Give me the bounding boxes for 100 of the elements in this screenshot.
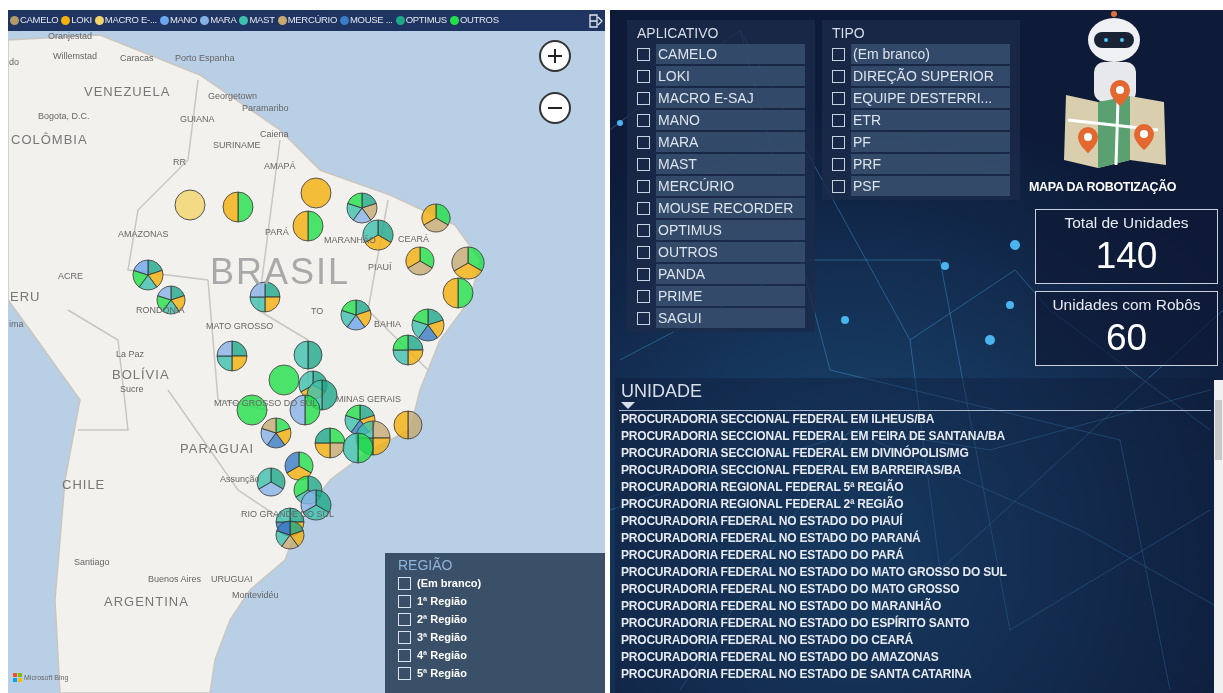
slicer-item[interactable]: 1ª Região [417, 593, 467, 609]
table-cell[interactable]: PROCURADORIA SECCIONAL FEDERAL EM DIVINÓPOLIS/MG [621, 445, 1209, 462]
map-label: RR [173, 158, 186, 167]
checkbox[interactable] [832, 91, 845, 105]
checkbox[interactable] [637, 113, 650, 127]
legend-label[interactable]: MACRO E-... [104, 13, 157, 28]
slicer-item[interactable]: MANO [656, 110, 805, 130]
checkbox[interactable] [832, 179, 845, 193]
table-cell[interactable]: PROCURADORIA FEDERAL NO ESTADO DE SANTA CATARINA [621, 666, 1209, 683]
slicer-item[interactable]: SAGUI [656, 308, 805, 328]
slicer-item[interactable]: 2ª Região [417, 611, 467, 627]
legend-label[interactable]: MARA [210, 13, 237, 28]
checkbox[interactable] [637, 69, 650, 83]
slicer-item[interactable]: CAMELO [656, 44, 805, 64]
table-cell[interactable]: PROCURADORIA FEDERAL NO ESTADO DO MATO GROSSO [621, 581, 1209, 598]
checkbox[interactable] [398, 630, 411, 644]
checkbox[interactable] [637, 91, 650, 105]
slicer-item[interactable]: (Em branco) [417, 575, 482, 591]
checkbox[interactable] [637, 245, 650, 259]
checkbox[interactable] [637, 135, 650, 149]
kpi-value: 60 [1105, 316, 1148, 360]
slicer-item[interactable]: MERCÚRIO [656, 176, 805, 196]
map-label: COLÔMBIA [11, 133, 88, 146]
slicer-item[interactable]: ETR [851, 110, 1010, 130]
slicer-item[interactable]: MOUSE RECORDER [656, 198, 805, 218]
table-header: UNIDADE [620, 380, 703, 402]
slicer-item[interactable]: MAST [656, 154, 805, 174]
map-label: AMAZONAS [118, 230, 169, 239]
slicer-item[interactable]: 3ª Região [417, 629, 467, 645]
legend-label[interactable]: LOKI [71, 13, 92, 28]
table-cell[interactable]: PROCURADORIA FEDERAL NO ESTADO DO PARÁ [621, 547, 1209, 564]
slicer-title: TIPO [832, 24, 866, 42]
table-cell[interactable]: PROCURADORIA SECCIONAL FEDERAL EM FEIRA DE SANTANA/BA [621, 428, 1209, 445]
checkbox[interactable] [637, 47, 650, 61]
slicer-item[interactable]: OUTROS [656, 242, 805, 262]
legend-label[interactable]: MANO [169, 13, 198, 28]
table-cell[interactable]: PROCURADORIA FEDERAL NO ESTADO DO CEARÁ [621, 632, 1209, 649]
checkbox[interactable] [637, 267, 650, 281]
slicer-item[interactable]: (Em branco) [851, 44, 1010, 64]
map-label: AMAPÁ [264, 162, 296, 171]
legend-label[interactable]: MERCÚRIO [287, 13, 337, 28]
map-label: PARAGUAI [180, 442, 255, 455]
checkbox[interactable] [832, 69, 845, 83]
map-label: VENEZUELA [84, 85, 171, 98]
table-cell[interactable]: PROCURADORIA FEDERAL NO ESTADO DO AMAZONAS [621, 649, 1209, 666]
checkbox[interactable] [637, 179, 650, 193]
table-cell[interactable]: PROCURADORIA FEDERAL NO ESTADO DO PIAUÍ [621, 513, 1209, 530]
checkbox[interactable] [832, 135, 845, 149]
checkbox[interactable] [398, 594, 411, 608]
kpi-label: Total de Unidades [1064, 213, 1189, 233]
slicer-item[interactable]: LOKI [656, 66, 805, 86]
checkbox[interactable] [637, 311, 650, 325]
slicer-item[interactable]: EQUIPE DESTERRI... [851, 88, 1010, 108]
map-label: Oranjestad [48, 32, 93, 41]
map-label: Paramaribo [242, 104, 289, 113]
legend-label[interactable]: MAST [249, 13, 275, 28]
checkbox[interactable] [398, 576, 411, 590]
slicer-item[interactable]: MARA [656, 132, 805, 152]
legend-label[interactable]: MOUSE ... [350, 13, 393, 28]
legend-label[interactable]: OPTIMUS [405, 13, 447, 28]
slicer-item[interactable]: DIREÇÃO SUPERIOR [851, 66, 1010, 86]
map-label: Santiago [74, 558, 110, 567]
table-cell[interactable]: PROCURADORIA FEDERAL NO ESTADO DO MARANHÃO [621, 598, 1209, 615]
focus-mode-icon[interactable] [589, 13, 603, 28]
checkbox[interactable] [832, 157, 845, 171]
slicer-item[interactable]: PRIME [656, 286, 805, 306]
checkbox[interactable] [832, 113, 845, 127]
checkbox[interactable] [398, 612, 411, 626]
legend-label[interactable]: CAMELO [20, 13, 59, 28]
slicer-item[interactable]: 4ª Região [417, 647, 467, 663]
slicer-item[interactable]: MACRO E-SAJ [656, 88, 805, 108]
slicer-item[interactable]: PF [851, 132, 1010, 152]
checkbox[interactable] [398, 648, 411, 662]
table-cell[interactable]: PROCURADORIA FEDERAL NO ESTADO DO ESPÍRITO SANTO [621, 615, 1209, 632]
slicer-item[interactable]: OPTIMUS [656, 220, 805, 240]
slicer-item[interactable]: PANDA [656, 264, 805, 284]
checkbox[interactable] [637, 289, 650, 303]
checkbox[interactable] [637, 201, 650, 215]
slicer-item[interactable]: PRF [851, 154, 1010, 174]
checkbox[interactable] [637, 157, 650, 171]
checkbox[interactable] [832, 47, 845, 61]
map-label: Caiena [260, 130, 289, 139]
slicer-item[interactable]: 5ª Região [417, 665, 467, 681]
table-cell[interactable]: PROCURADORIA FEDERAL NO ESTADO DO PARANÁ [621, 530, 1209, 547]
table-cell[interactable]: PROCURADORIA REGIONAL FEDERAL 5ª REGIÃO [621, 479, 1209, 496]
map-label: TO [311, 307, 324, 316]
map-label: ima [9, 320, 24, 329]
checkbox[interactable] [398, 666, 411, 680]
map-label: SURINAME [213, 141, 261, 150]
table-cell[interactable]: PROCURADORIA FEDERAL NO ESTADO DO MATO GROSSO DO SUL [621, 564, 1209, 581]
map-label: Georgetown [208, 92, 258, 101]
map-label: MATO GROSSO [206, 322, 274, 331]
table-cell[interactable]: PROCURADORIA SECCIONAL FEDERAL EM BARREIRAS/BA [621, 462, 1209, 479]
scrollbar[interactable] [1214, 380, 1223, 693]
table-cell[interactable]: PROCURADORIA REGIONAL FEDERAL 2ª REGIÃO [621, 496, 1209, 513]
checkbox[interactable] [637, 223, 650, 237]
legend-label[interactable]: OUTROS [459, 13, 499, 28]
table-cell[interactable]: PROCURADORIA SECCIONAL FEDERAL EM ILHEUS/BA [621, 411, 1209, 428]
slicer-item[interactable]: PSF [851, 176, 1010, 196]
map-label: GUIANA [180, 115, 215, 124]
